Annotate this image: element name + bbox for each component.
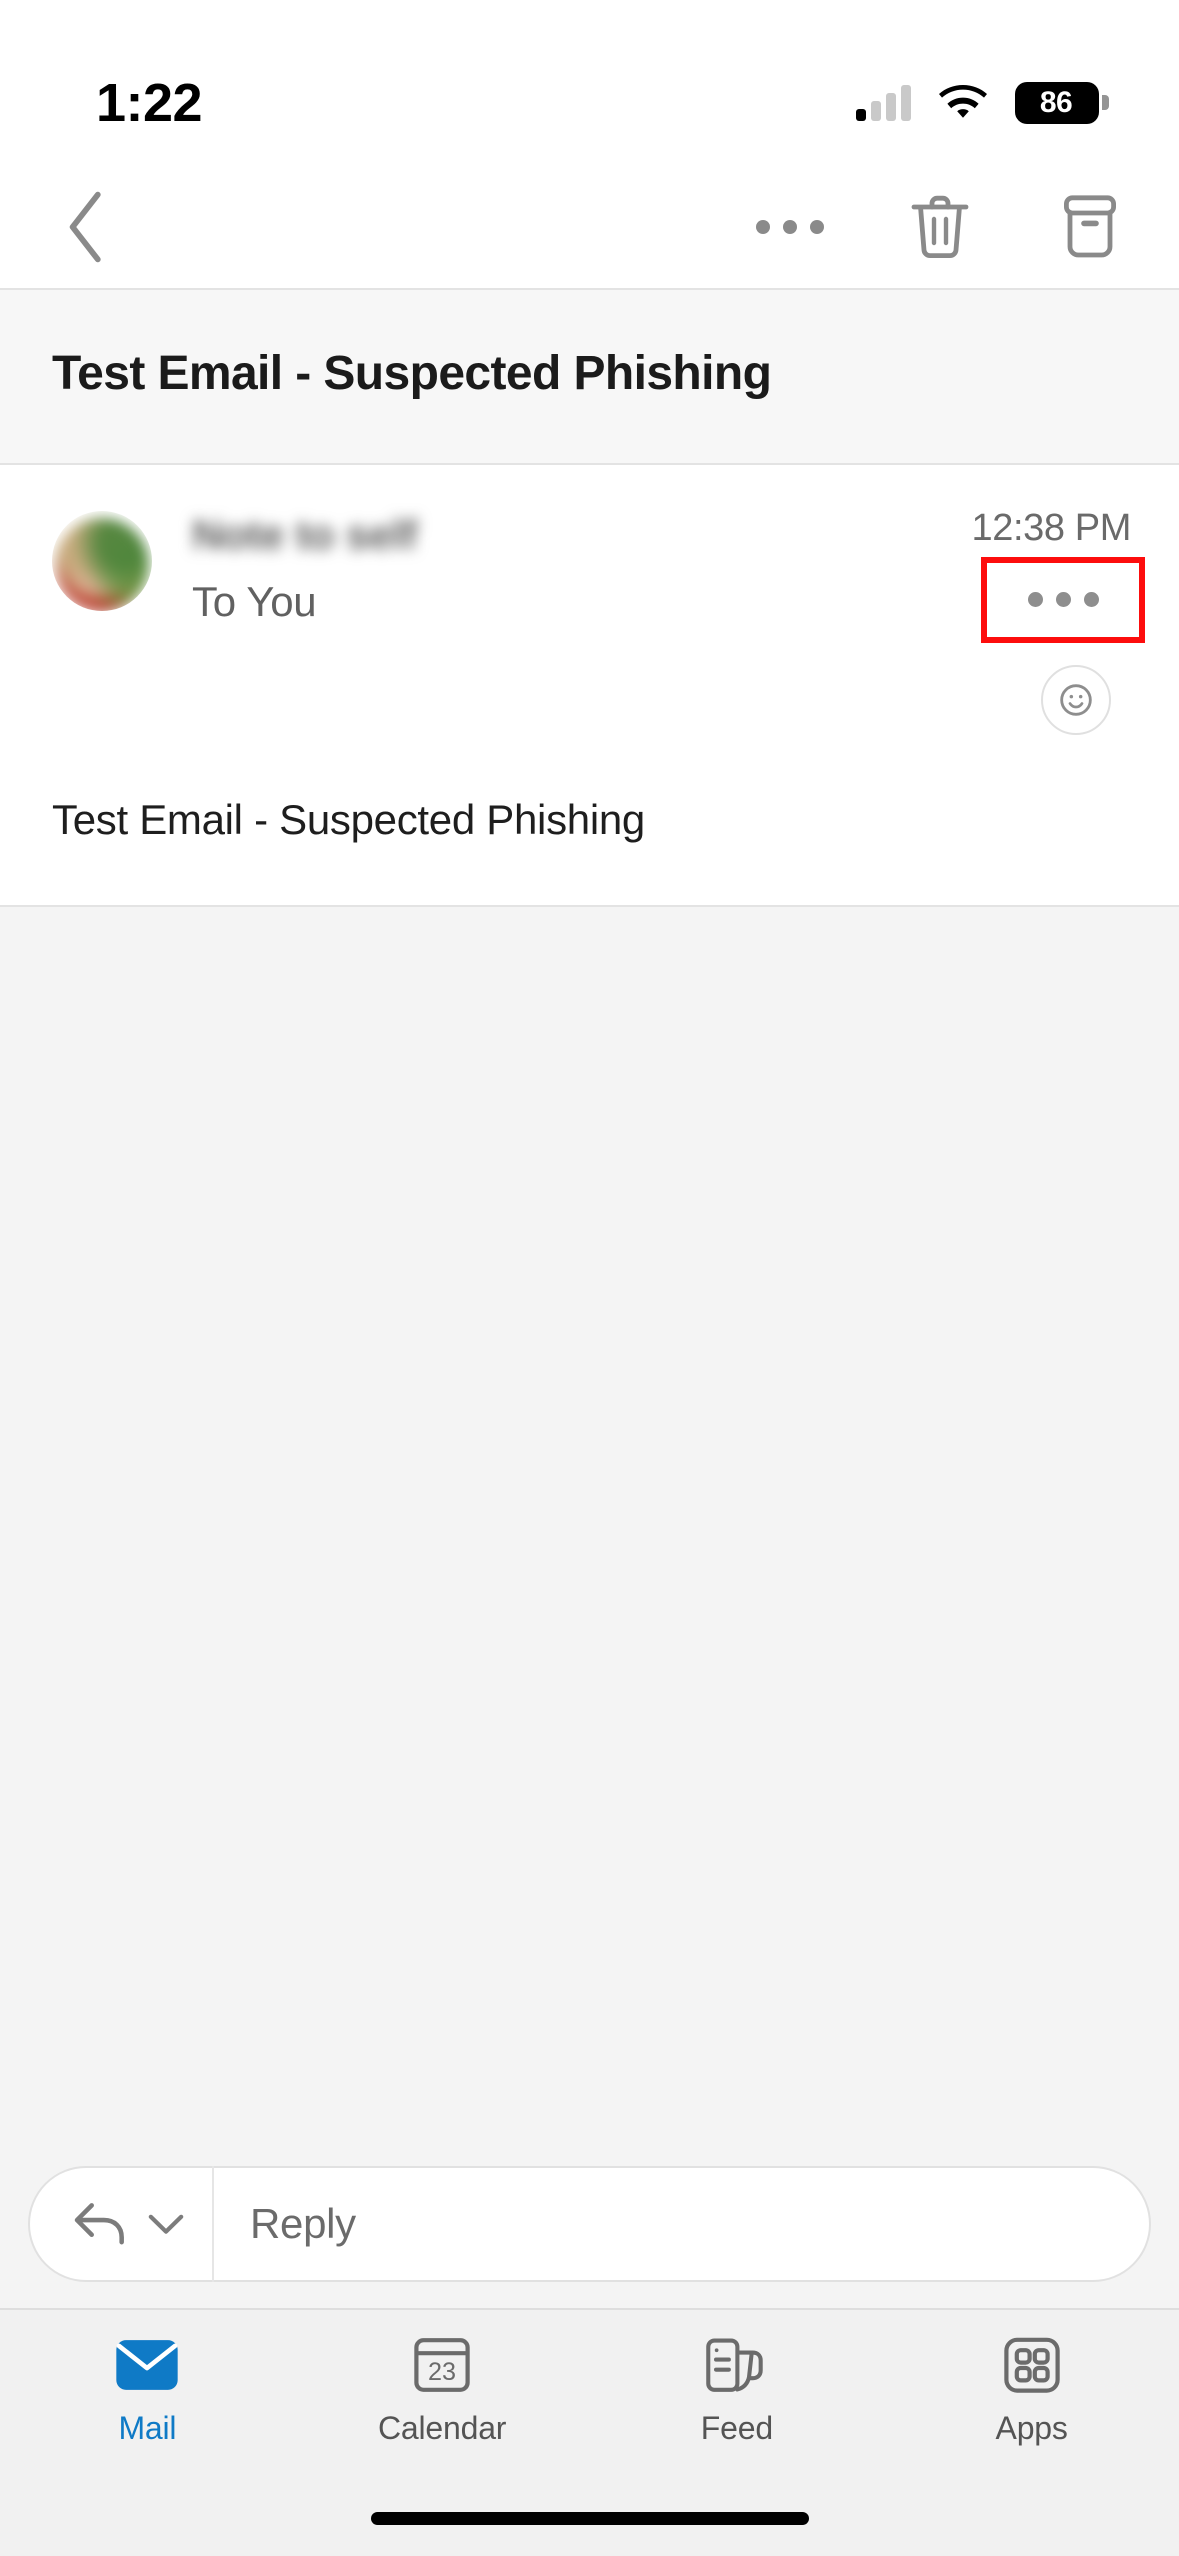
chevron-down-icon — [148, 2214, 184, 2234]
navigation-toolbar — [0, 165, 1179, 290]
tab-apps-label: Apps — [995, 2410, 1068, 2446]
tab-calendar-label: Calendar — [377, 2410, 507, 2446]
envelope-icon — [111, 2334, 183, 2396]
reply-bar — [28, 2166, 1151, 2282]
calendar-icon: 23 — [406, 2334, 478, 2396]
reply-input[interactable] — [214, 2168, 1149, 2280]
chevron-left-icon — [69, 191, 101, 262]
message-card[interactable]: Note to self To You 12:38 PM Test Email … — [0, 464, 1179, 908]
wifi-icon — [939, 84, 987, 118]
add-reaction-button[interactable] — [1041, 664, 1111, 735]
more-horizontal-icon — [756, 219, 824, 234]
battery-percent-label: 86 — [1039, 85, 1073, 119]
tab-calendar[interactable]: 23 Calendar — [295, 2334, 590, 2444]
calendar-day-number: 23 — [428, 2358, 456, 2386]
status-bar-time: 1:22 — [96, 72, 203, 133]
message-meta: 12:38 PM — [972, 509, 1161, 735]
feed-icon — [701, 2334, 773, 2396]
tab-mail[interactable]: Mail — [0, 2334, 295, 2444]
email-subject-text: Test Email - Suspected Phishing — [52, 347, 772, 400]
archive-button[interactable] — [1047, 184, 1133, 270]
apps-grid-icon — [996, 2334, 1068, 2396]
status-bar-indicators: 86 — [856, 81, 1109, 124]
sender-name: Note to self — [192, 510, 418, 558]
message-timestamp: 12:38 PM — [971, 506, 1132, 549]
more-horizontal-icon — [1027, 592, 1099, 608]
home-indicator-area — [0, 2480, 1179, 2556]
back-button[interactable] — [44, 184, 130, 270]
message-header: Note to self To You 12:38 PM — [0, 509, 1179, 735]
reply-zone — [0, 2144, 1179, 2308]
tab-apps[interactable]: Apps — [884, 2334, 1179, 2444]
cellular-signal-icon — [856, 84, 911, 121]
message-body-text: Test Email - Suspected Phishing — [52, 795, 645, 843]
email-subject-header: Test Email - Suspected Phishing — [0, 290, 1179, 465]
toolbar-more-options-button[interactable] — [747, 184, 833, 270]
tab-feed[interactable]: Feed — [590, 2334, 885, 2444]
avatar[interactable] — [52, 511, 152, 611]
reply-mode-selector[interactable] — [30, 2197, 212, 2251]
home-indicator-bar[interactable] — [370, 2511, 809, 2525]
message-scroll-area — [0, 907, 1179, 2144]
bottom-tab-bar: Mail 23 Calendar Feed Apps — [0, 2308, 1179, 2480]
smiley-face-icon — [1060, 683, 1092, 716]
phone-screen: 1:22 86 Test Email - Suspected Phishing … — [0, 0, 1179, 2556]
message-more-options-button[interactable] — [981, 556, 1145, 643]
delete-button[interactable] — [897, 184, 983, 270]
status-bar: 1:22 86 — [0, 0, 1179, 165]
archive-box-icon — [1063, 194, 1117, 257]
tab-mail-label: Mail — [118, 2410, 177, 2446]
recipient-label: To You — [192, 577, 317, 625]
reply-arrow-icon — [74, 2203, 124, 2245]
trash-icon — [911, 195, 969, 258]
tab-feed-label: Feed — [700, 2410, 773, 2446]
message-participants: Note to self To You — [192, 509, 972, 625]
battery-icon: 86 — [1015, 81, 1109, 124]
toolbar-actions — [747, 184, 1133, 270]
